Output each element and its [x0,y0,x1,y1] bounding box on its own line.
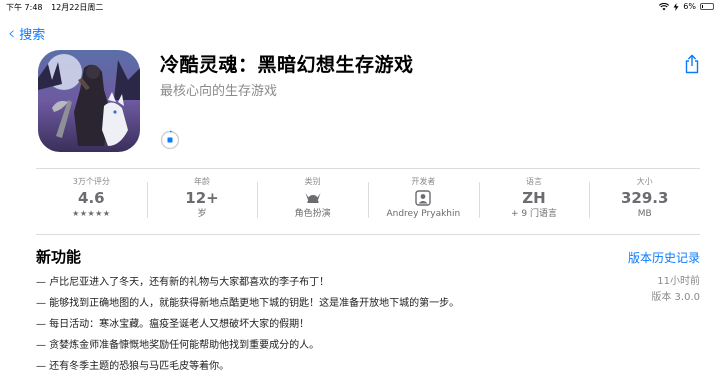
status-time: 下午 7:48 [6,3,43,12]
status-date: 12月22日周二 [51,3,104,12]
language-label: 语言 [526,177,543,186]
share-icon [685,54,699,74]
status-bar: 下午 7:48 12月22日周二 6% [0,0,720,14]
language-extra: + 9 门语言 [511,209,558,219]
release-note: — 能够找到正确地图的人，就能获得新地点酷更地下城的钥匙！这是准备开放地下城的第… [36,298,460,309]
size-value: 329.3 [620,189,669,207]
stat-language[interactable]: 语言 ZH + 9 门语言 [478,170,590,230]
share-button[interactable] [684,54,700,74]
battery-icon [700,3,714,10]
download-progress-button[interactable] [160,130,180,150]
app-title: 冷酷灵魂：黑暗幻想生存游戏 [160,54,414,76]
version-history-link[interactable]: 版本历史记录 [628,249,700,266]
size-label: 大小 [636,177,653,186]
release-note: — 卢比尼亚进入了冬天，还有新的礼物与大家都喜欢的李子布丁！ [36,277,330,288]
release-note: — 贪婪炼金师准备慷慨地奖励任何能帮助他找到重要成分的人。 [36,340,320,351]
release-note: — 还有冬季主题的恐狼与马匹毛皮等着你。 [36,361,230,372]
stat-developer[interactable]: 开发者 Andrey Pryakhin [368,170,479,230]
category-value: 角色扮演 [294,209,331,219]
age-unit: 岁 [197,209,207,219]
stat-category[interactable]: 类别 角色扮演 [257,170,368,230]
divider [36,234,700,235]
viking-helmet-icon [305,193,321,203]
size-unit: MB [637,209,652,219]
age-rating: 12+ [185,189,219,207]
version-number: 版本 3.0.0 [651,292,700,303]
charging-icon [673,2,679,11]
developer-name: Andrey Pryakhin [386,209,461,219]
update-time-ago: 11小时前 [657,276,700,287]
category-label: 类别 [304,177,321,186]
developer-portrait-icon [415,190,432,206]
info-stats-row: 3万个评分 4.6 ★★★★★ 年龄 12+ 岁 类别 角色扮演 开发者 And… [36,170,700,230]
age-label: 年龄 [194,177,210,186]
whats-new-title: 新功能 [36,248,82,266]
language-value: ZH [522,189,546,207]
wifi-icon [659,2,670,10]
developer-label: 开发者 [411,177,436,186]
stat-size[interactable]: 大小 329.3 MB [589,170,700,230]
app-icon [38,50,140,152]
rating-value: 4.6 [78,189,105,207]
back-button[interactable]: ‹ 搜索 [8,23,46,44]
back-label: 搜索 [19,28,46,43]
app-subtitle: 最核心向的生存游戏 [160,84,278,99]
star-rating: ★★★★★ [72,209,111,218]
battery-percent: 6% [683,2,696,11]
chevron-left-icon: ‹ [8,23,16,44]
stat-ratings[interactable]: 3万个评分 4.6 ★★★★★ [36,170,147,230]
stat-age[interactable]: 年龄 12+ 岁 [146,170,258,230]
release-notes: — 卢比尼亚进入了冬天，还有新的礼物与大家都喜欢的李子布丁！ — 能够找到正确地… [36,276,576,381]
divider [36,168,700,169]
ratings-count-label: 3万个评分 [72,177,110,186]
release-note: — 每日活动：寒冰宝藏。瘟疫圣诞老人又想破坏大家的假期！ [36,319,310,330]
